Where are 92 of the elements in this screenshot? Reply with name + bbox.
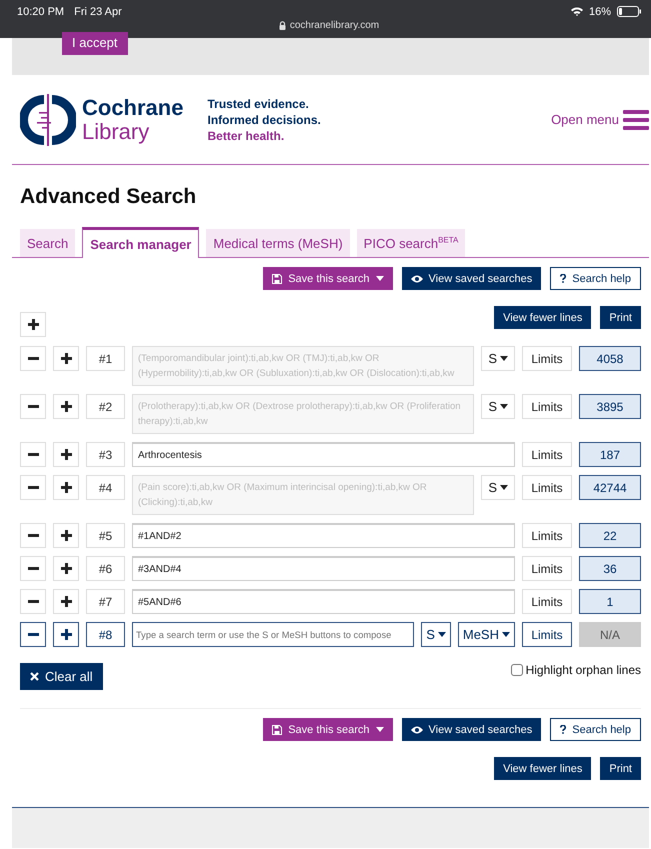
tab[interactable]: PICO search$^{BETA}$	[356, 229, 466, 257]
s-dropdown-button[interactable]: S	[421, 622, 451, 647]
remove-line-button[interactable]	[20, 622, 46, 647]
query-field[interactable]: #5AND#6	[132, 589, 515, 614]
tagline-text: Informed decisions.	[207, 112, 321, 128]
tagline-text: Better health.	[207, 128, 286, 144]
search-help-button[interactable]: Search help	[550, 718, 641, 741]
view-saved-searches-button[interactable]: View saved searches	[402, 718, 542, 741]
view-fewer-lines-button[interactable]: View fewer lines	[494, 757, 592, 780]
caret-icon	[376, 727, 384, 732]
help-icon	[560, 725, 566, 734]
limits-button[interactable]: Limits	[522, 442, 572, 467]
tab[interactable]: Search manager	[82, 227, 200, 258]
line-number: #4	[86, 475, 125, 500]
minus-icon	[28, 405, 38, 408]
result-count[interactable]: 36	[579, 556, 641, 581]
mesh-dropdown-button[interactable]: MeSH	[458, 622, 515, 647]
plus-icon	[60, 530, 72, 541]
tab[interactable]: Search	[20, 229, 76, 257]
plus-icon	[60, 449, 72, 460]
limits-button[interactable]: Limits	[522, 556, 572, 581]
page-title: Advanced Search	[20, 185, 198, 209]
line-number: #3	[86, 442, 125, 467]
plus-icon	[60, 482, 72, 493]
battery-icon	[617, 6, 641, 17]
help-icon	[560, 274, 566, 283]
query-field[interactable]: Arthrocentesis	[132, 442, 515, 467]
add-line-button[interactable]	[53, 622, 79, 647]
line-number: #8	[86, 622, 125, 647]
query-field[interactable]: #1AND#2	[132, 523, 515, 548]
query-field[interactable]: Type a search term or use the S or MeSH buttons to compose	[132, 622, 414, 647]
print-button[interactable]: Print	[600, 757, 641, 780]
line-number: #7	[86, 589, 125, 614]
plus-icon	[60, 353, 72, 364]
eye-icon	[410, 726, 423, 734]
status-date: Fri 23 Apr	[74, 6, 122, 18]
minus-icon	[28, 486, 38, 489]
eye-icon	[410, 274, 423, 282]
minus-icon	[28, 600, 38, 603]
query-field[interactable]: #3AND#4	[132, 556, 515, 581]
caret-icon	[502, 632, 510, 637]
line-number: #6	[86, 556, 125, 581]
result-count[interactable]: 22	[579, 523, 641, 548]
result-count[interactable]: 187	[579, 442, 641, 467]
logo-text: Cochrane	[82, 96, 184, 120]
line-number: #5	[86, 523, 125, 548]
plus-icon	[60, 596, 72, 607]
logo-text: Library	[82, 120, 150, 144]
result-count[interactable]: N/A	[579, 622, 641, 647]
caret-icon	[500, 404, 508, 409]
view-saved-searches-button[interactable]: View saved searches	[402, 267, 542, 290]
minus-icon	[28, 534, 38, 537]
plus-icon	[28, 319, 38, 330]
plus-icon	[60, 563, 72, 574]
battery-percent: 16%	[588, 6, 611, 18]
accept-button[interactable]: I accept	[62, 32, 128, 55]
minus-icon	[28, 567, 38, 570]
minus-icon	[28, 357, 38, 360]
caret-icon	[438, 632, 446, 637]
checkbox-label: Highlight orphan lines	[526, 663, 641, 677]
save-icon	[272, 274, 282, 284]
plus-icon	[60, 401, 72, 412]
caret-icon	[500, 356, 508, 361]
tab[interactable]: Medical terms (MeSH)	[206, 229, 350, 257]
result-count[interactable]: 1	[579, 589, 641, 614]
line-number: #1	[86, 346, 125, 371]
line-number: #2	[86, 394, 125, 419]
lock-icon	[278, 21, 286, 30]
status-time: 10:20 PM	[17, 6, 64, 18]
save-icon	[272, 724, 282, 734]
view-fewer-lines-button[interactable]: View fewer lines	[494, 306, 592, 329]
wifi-icon	[570, 7, 583, 16]
clear-all-button[interactable]: Clear all	[20, 663, 103, 690]
minus-icon	[28, 633, 38, 636]
print-button[interactable]: Print	[600, 306, 641, 329]
save-search-button[interactable]: Save this search	[263, 718, 393, 741]
highlight-checkbox[interactable]	[510, 664, 523, 676]
search-help-button[interactable]: Search help	[550, 267, 641, 290]
logo-icon	[20, 92, 76, 148]
tagline-text: Trusted evidence.	[207, 96, 310, 112]
plus-icon	[60, 629, 72, 640]
limits-button[interactable]: Limits	[522, 589, 572, 614]
close-icon	[30, 672, 39, 681]
minus-icon	[28, 453, 38, 456]
save-search-button[interactable]: Save this search	[263, 267, 393, 290]
caret-icon	[376, 276, 384, 281]
caret-icon	[500, 485, 508, 490]
limits-button[interactable]: Limits	[522, 523, 572, 548]
url-text[interactable]: cochranelibrary.com	[290, 20, 380, 31]
open-menu-button[interactable]: Open menu	[551, 110, 649, 130]
limits-button[interactable]: Limits	[522, 622, 572, 647]
menu-icon	[623, 110, 649, 130]
